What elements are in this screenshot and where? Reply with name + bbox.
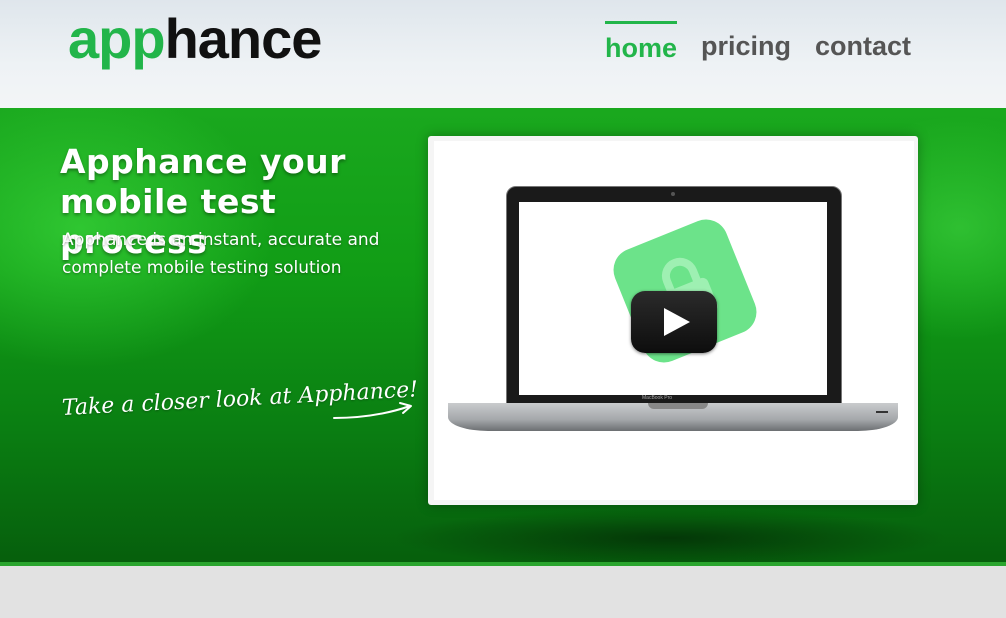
hero-subtitle: Apphance is an instant, accurate and com… xyxy=(62,230,380,278)
site-logo[interactable]: apphance xyxy=(68,6,323,72)
video-player[interactable]: MacBook Pro xyxy=(434,141,914,500)
laptop-camera xyxy=(671,192,675,196)
video-shadow xyxy=(390,508,950,566)
page-footer-area xyxy=(0,566,1006,618)
nav-home[interactable]: home xyxy=(605,21,678,72)
site-header: apphance home pricing contact xyxy=(0,0,1006,108)
arrow-icon xyxy=(333,402,412,419)
hero-banner: Apphance your mobile test process Apphan… xyxy=(0,108,1006,566)
logo-app-text: app xyxy=(68,7,166,70)
laptop-notch xyxy=(648,403,708,409)
laptop-led xyxy=(876,411,888,413)
play-icon xyxy=(664,308,690,336)
play-button[interactable] xyxy=(631,291,717,353)
nav-pricing[interactable]: pricing xyxy=(701,22,791,70)
logo-hance-text: hance xyxy=(164,7,323,70)
laptop-brand: MacBook Pro xyxy=(642,395,673,401)
nav-contact[interactable]: contact xyxy=(815,22,911,70)
laptop-base xyxy=(448,403,898,431)
